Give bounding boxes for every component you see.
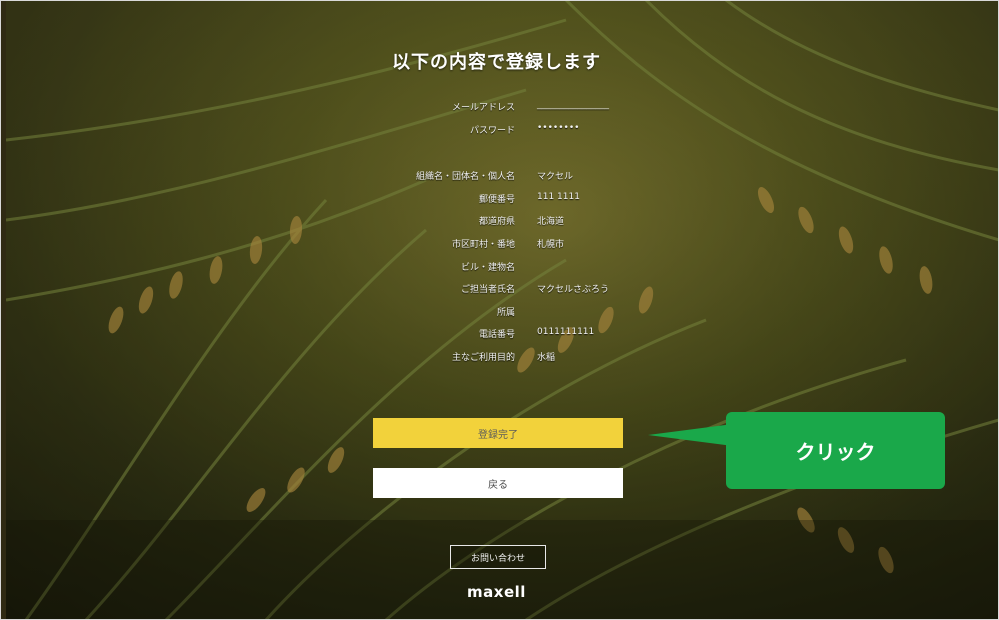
form-label-prefecture: 都道府県 bbox=[478, 217, 515, 227]
form-label-organization: 組織名・団体名・個人名 bbox=[415, 172, 515, 182]
form-row: 主なご利用目的 水稲 bbox=[0, 350, 993, 364]
form-label-phone: 電話番号 bbox=[478, 330, 515, 340]
form-label-building: ビル・建物名 bbox=[460, 263, 515, 273]
form-value-contact-name: マクセルさぶろう bbox=[537, 285, 610, 295]
callout-pointer bbox=[648, 424, 733, 446]
form-row: 都道府県 北海道 bbox=[0, 214, 993, 228]
form-row: パスワード •••••••• bbox=[0, 123, 993, 137]
form-value-email: ________________ bbox=[537, 100, 609, 110]
form-value-phone: 0111111111 bbox=[537, 327, 595, 337]
form-label-contact-name: ご担当者氏名 bbox=[460, 285, 515, 295]
form-label-department: 所属 bbox=[496, 308, 515, 318]
form-value-organization: マクセル bbox=[537, 172, 574, 182]
maxell-logo: maxell bbox=[467, 583, 526, 601]
form-row: 所属 bbox=[0, 305, 993, 319]
form-value-postal-code: 111 1111 bbox=[537, 192, 580, 202]
form-label-postal-code: 郵便番号 bbox=[478, 195, 515, 205]
form-label-purpose: 主なご利用目的 bbox=[451, 353, 515, 363]
form-label-email: メールアドレス bbox=[451, 103, 515, 113]
form-row: 郵便番号 111 1111 bbox=[0, 192, 993, 206]
form-row: メールアドレス ________________ bbox=[0, 100, 993, 114]
back-button[interactable]: 戻る bbox=[373, 468, 623, 498]
form-row: 電話番号 0111111111 bbox=[0, 327, 993, 341]
registration-complete-button[interactable]: 登録完了 bbox=[373, 418, 623, 448]
page-title: 以下の内容で登録します bbox=[392, 52, 601, 73]
form-value-password: •••••••• bbox=[537, 123, 580, 133]
click-callout: クリック bbox=[726, 412, 945, 489]
form-label-password: パスワード bbox=[469, 126, 515, 136]
form-value-prefecture: 北海道 bbox=[537, 217, 565, 227]
form-row: ご担当者氏名 マクセルさぶろう bbox=[0, 282, 993, 296]
form-row: ビル・建物名 bbox=[0, 260, 993, 274]
form-row: 組織名・団体名・個人名 マクセル bbox=[0, 169, 993, 183]
form-label-city-address: 市区町村・番地 bbox=[451, 240, 515, 250]
contact-button[interactable]: お問い合わせ bbox=[450, 545, 546, 569]
form-value-city-address: 札幌市 bbox=[537, 240, 565, 250]
form-value-purpose: 水稲 bbox=[537, 353, 556, 363]
form-row: 市区町村・番地 札幌市 bbox=[0, 237, 993, 251]
